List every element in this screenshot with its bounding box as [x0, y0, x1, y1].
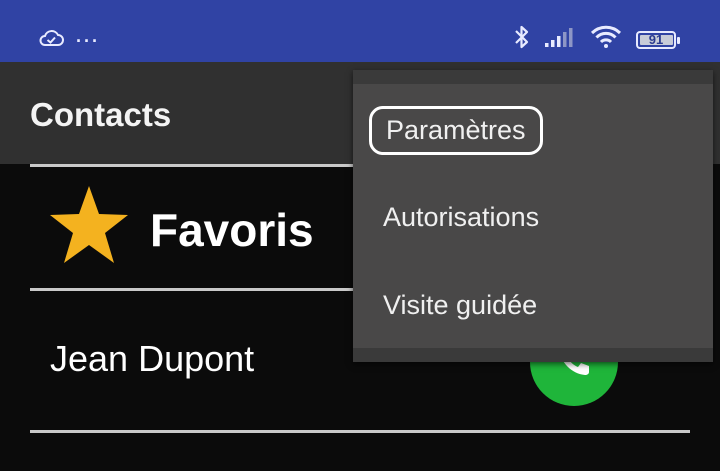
battery-icon: 91 — [636, 30, 680, 49]
favorites-label: Favoris — [150, 204, 314, 256]
wifi-icon — [590, 25, 622, 54]
status-right-icons: 91 — [514, 24, 680, 55]
signal-icon — [544, 26, 576, 53]
bluetooth-icon — [514, 24, 530, 55]
status-left-icons: ··· — [38, 28, 100, 53]
more-dots-icon: ··· — [76, 30, 100, 51]
overflow-menu: Paramètres Autorisations Visite guidée — [353, 70, 713, 362]
page-title: Contacts — [30, 96, 172, 133]
menu-item-settings[interactable]: Paramètres — [369, 106, 543, 155]
star-icon — [48, 183, 130, 272]
battery-level: 91 — [648, 32, 664, 47]
menu-item-guided-tour[interactable]: Visite guidée — [383, 290, 537, 321]
menu-item-permissions[interactable]: Autorisations — [383, 202, 539, 233]
contact-name[interactable]: Jean Dupont — [50, 338, 254, 380]
divider — [30, 430, 690, 433]
status-bar: ··· 91 — [0, 0, 720, 62]
cloud-check-icon — [38, 28, 64, 53]
